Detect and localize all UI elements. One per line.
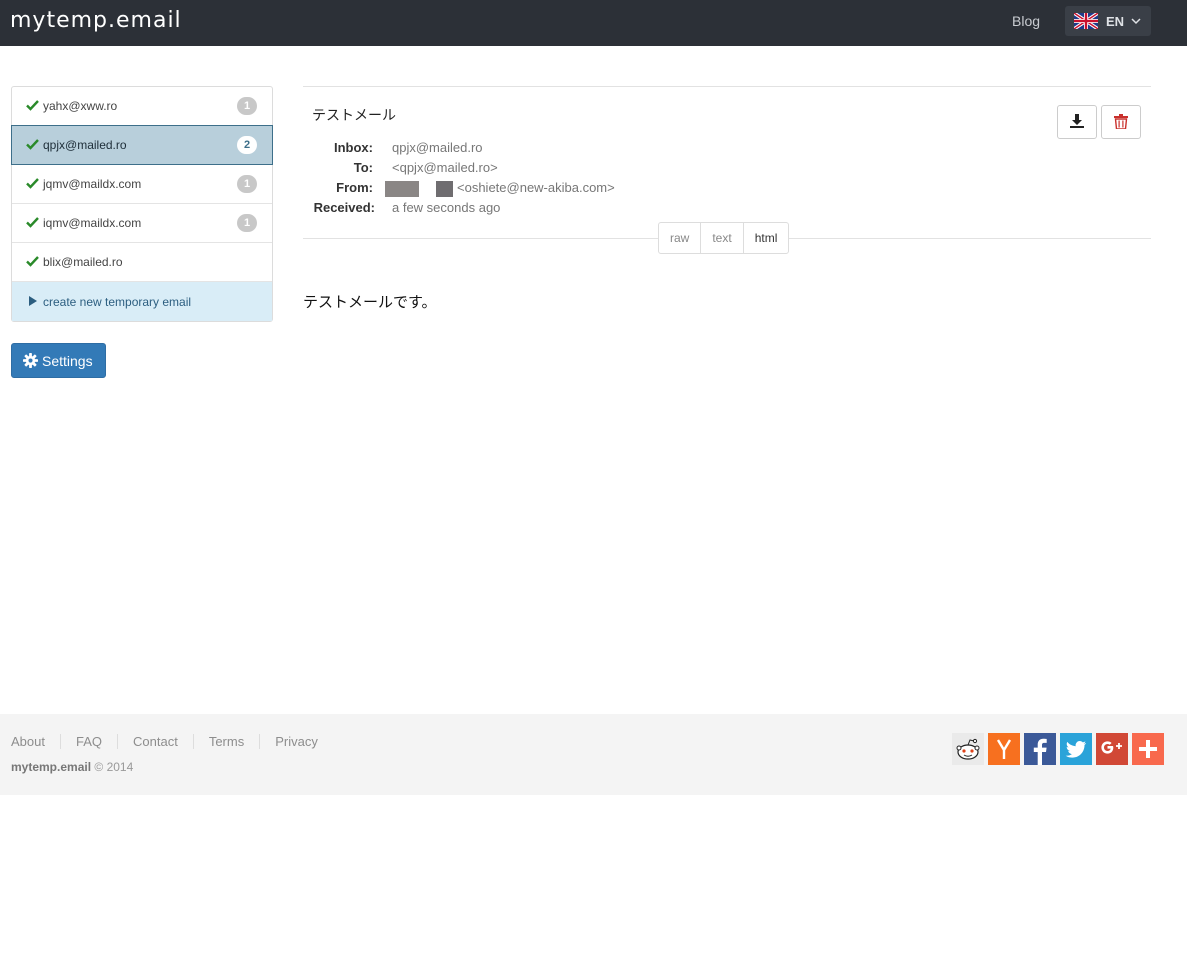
footer-links: About FAQ Contact Terms Privacy bbox=[11, 734, 333, 749]
received-label: Received: bbox=[313, 200, 375, 215]
download-icon bbox=[1070, 114, 1084, 128]
twitter-icon[interactable] bbox=[1060, 733, 1092, 765]
language-selector[interactable]: EN bbox=[1065, 6, 1151, 36]
googleplus-icon[interactable] bbox=[1096, 733, 1128, 765]
copyright-year: © 2014 bbox=[94, 760, 134, 774]
create-new-email-label: create new temporary email bbox=[43, 295, 192, 309]
divider bbox=[303, 86, 1151, 87]
footer-link-contact[interactable]: Contact bbox=[117, 734, 193, 749]
settings-button[interactable]: Settings bbox=[11, 343, 106, 378]
from-value: <oshiete@new-akiba.com> bbox=[457, 180, 615, 195]
check-icon bbox=[26, 178, 39, 189]
inbox-value: qpjx@mailed.ro bbox=[392, 140, 483, 155]
footer: About FAQ Contact Terms Privacy mytemp.e… bbox=[0, 714, 1187, 795]
delete-button[interactable] bbox=[1101, 105, 1141, 139]
inbox-item-active[interactable]: qpjx@mailed.ro 2 bbox=[11, 125, 273, 165]
footer-link-privacy[interactable]: Privacy bbox=[259, 734, 333, 749]
settings-label: Settings bbox=[42, 353, 93, 369]
gear-icon bbox=[23, 353, 38, 368]
top-navbar: mytemp.email Blog EN bbox=[0, 0, 1187, 46]
inbox-item[interactable]: blix@mailed.ro bbox=[12, 243, 272, 282]
language-code: EN bbox=[1106, 14, 1125, 29]
reddit-icon[interactable] bbox=[952, 733, 984, 765]
check-icon bbox=[26, 217, 39, 228]
check-icon bbox=[26, 139, 39, 150]
uk-flag-icon bbox=[1074, 13, 1098, 29]
brand-logo[interactable]: mytemp.email bbox=[10, 8, 182, 33]
inbox-address: yahx@xww.ro bbox=[43, 99, 118, 113]
hackernews-icon[interactable] bbox=[988, 733, 1020, 765]
addthis-icon[interactable] bbox=[1132, 733, 1164, 765]
create-new-email-button[interactable]: create new temporary email bbox=[12, 282, 272, 321]
blog-link[interactable]: Blog bbox=[1012, 13, 1040, 29]
redacted-block bbox=[436, 181, 453, 197]
inbox-item[interactable]: jqmv@maildx.com 1 bbox=[12, 165, 272, 204]
copyright: mytemp.email © 2014 bbox=[11, 760, 133, 774]
footer-link-terms[interactable]: Terms bbox=[192, 734, 259, 749]
view-mode-tabs: raw text html bbox=[658, 222, 790, 254]
inbox-address: blix@mailed.ro bbox=[43, 255, 123, 269]
triangle-right-icon bbox=[29, 296, 37, 306]
footer-link-faq[interactable]: FAQ bbox=[59, 734, 117, 749]
message-subject: テストメール bbox=[312, 107, 396, 123]
footer-brand: mytemp.email bbox=[11, 760, 92, 774]
social-share-bar bbox=[952, 733, 1168, 765]
from-label: From: bbox=[336, 180, 373, 195]
to-label: To: bbox=[353, 160, 373, 175]
trash-icon bbox=[1114, 114, 1128, 129]
tab-raw[interactable]: raw bbox=[659, 223, 702, 253]
redacted-block bbox=[385, 181, 419, 197]
check-icon bbox=[26, 100, 39, 111]
inbox-address: iqmv@maildx.com bbox=[43, 216, 142, 230]
received-value: a few seconds ago bbox=[392, 200, 501, 215]
download-button[interactable] bbox=[1057, 105, 1097, 139]
to-value: <qpjx@mailed.ro> bbox=[392, 160, 498, 175]
unread-count-badge: 1 bbox=[237, 97, 257, 115]
inbox-item[interactable]: yahx@xww.ro 1 bbox=[12, 87, 272, 126]
inbox-label: Inbox: bbox=[334, 140, 373, 155]
inbox-list: yahx@xww.ro 1 qpjx@mailed.ro 2 jqmv@mail… bbox=[11, 86, 273, 322]
chevron-down-icon bbox=[1131, 18, 1141, 25]
inbox-address: qpjx@mailed.ro bbox=[43, 138, 127, 152]
check-icon bbox=[26, 256, 39, 267]
message-body: テストメールです。 bbox=[303, 294, 437, 311]
inbox-address: jqmv@maildx.com bbox=[43, 177, 142, 191]
footer-link-about[interactable]: About bbox=[11, 734, 60, 749]
unread-count-badge: 1 bbox=[237, 175, 257, 193]
unread-count-badge: 1 bbox=[237, 214, 257, 232]
unread-count-badge: 2 bbox=[237, 136, 257, 154]
facebook-icon[interactable] bbox=[1024, 733, 1056, 765]
inbox-item[interactable]: iqmv@maildx.com 1 bbox=[12, 204, 272, 243]
tab-html[interactable]: html bbox=[744, 223, 789, 253]
tab-text[interactable]: text bbox=[701, 223, 744, 253]
